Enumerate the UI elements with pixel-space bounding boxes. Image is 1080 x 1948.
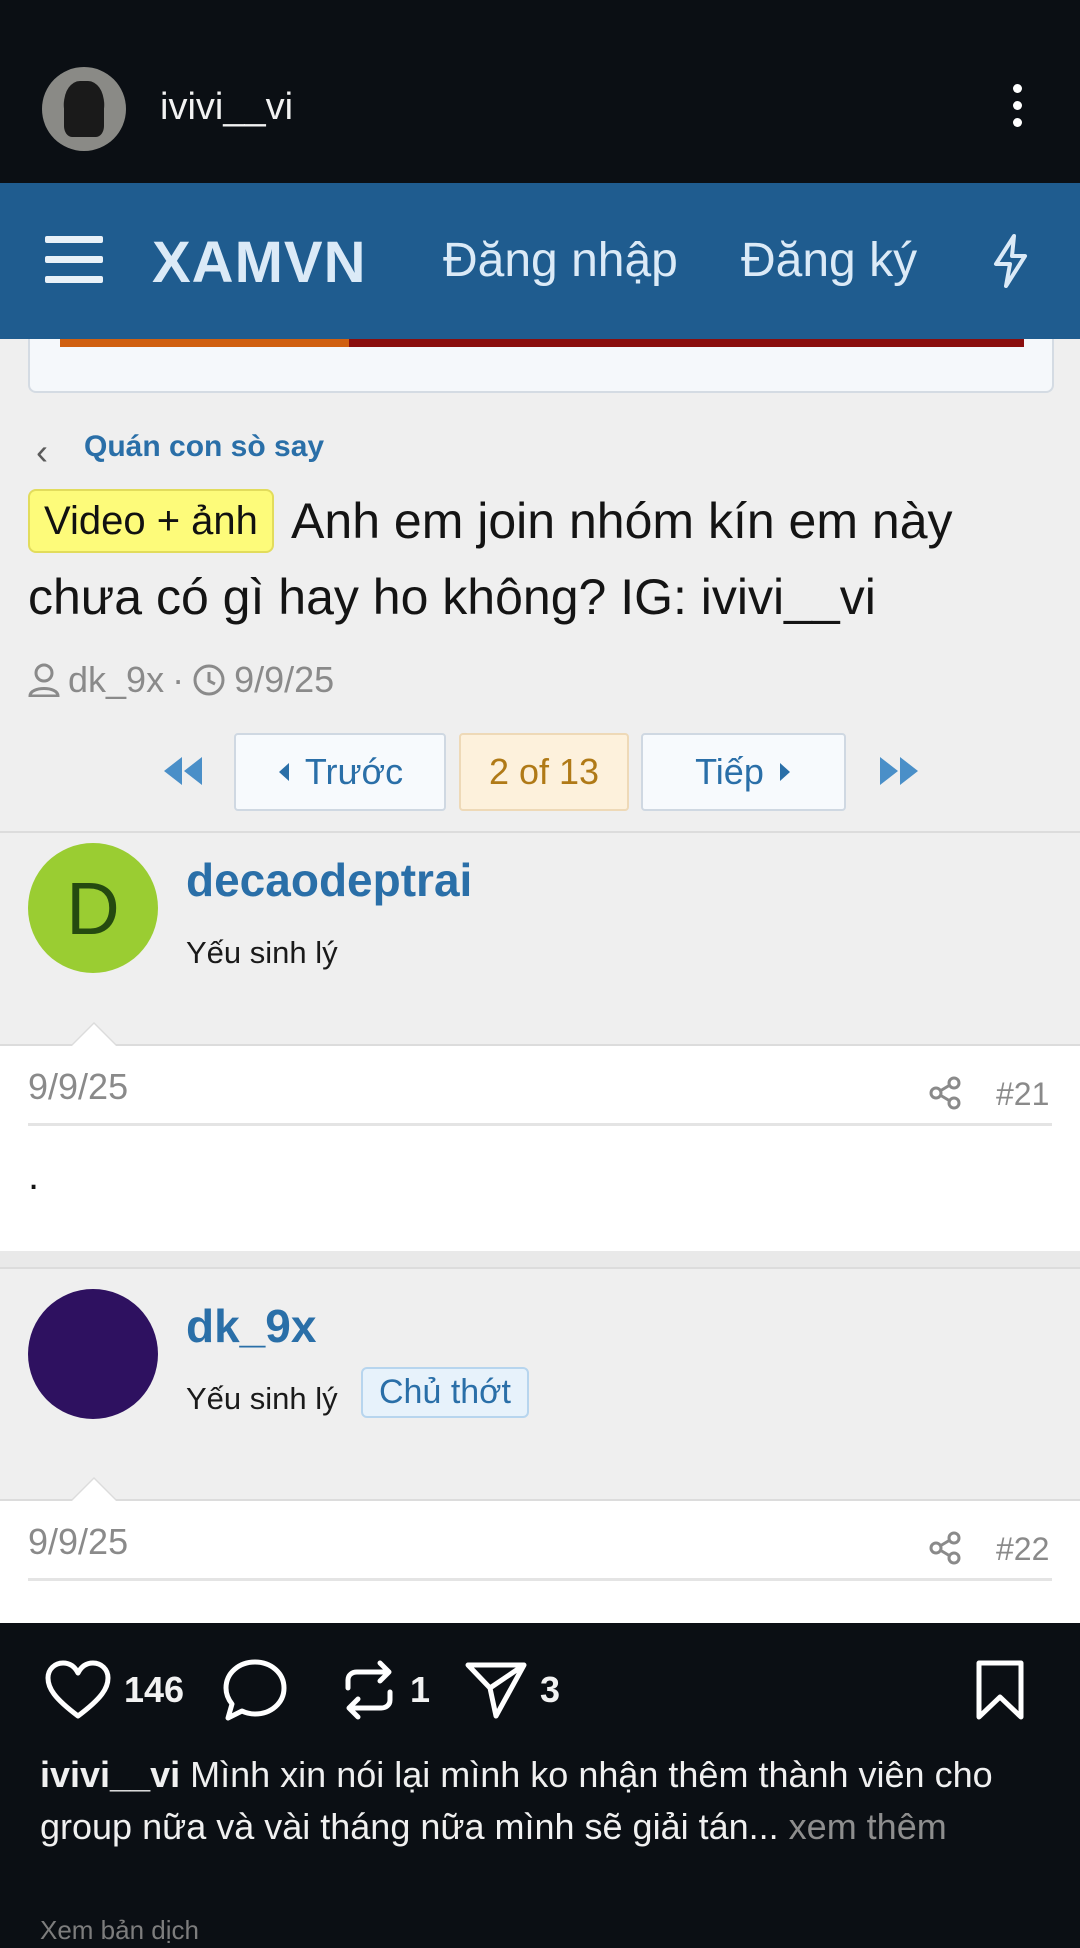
- post-number[interactable]: #22: [996, 1531, 1049, 1568]
- post-body: 9/9/25 #22: [0, 1501, 1080, 1623]
- caret-right-icon: [779, 763, 790, 781]
- forum-screenshot: XAMVN Đăng nhập Đăng ký ‹ Quán con sò sa…: [0, 183, 1080, 1623]
- prev-page-button[interactable]: Trước: [234, 733, 446, 811]
- ig-actions: 146 1 3 ivivi__vi Mình xin nói lại mình …: [0, 1623, 1080, 1948]
- clock-icon: [193, 664, 225, 696]
- last-page-icon[interactable]: [874, 753, 922, 789]
- banner-frame: [28, 339, 1054, 393]
- save-button[interactable]: [974, 1655, 1026, 1725]
- user-rank: Yếu sinh lý: [186, 935, 338, 970]
- share-icon[interactable]: [928, 1531, 962, 1565]
- more-options-icon[interactable]: [1005, 84, 1029, 134]
- avatar[interactable]: D: [28, 843, 158, 973]
- thread-prefix[interactable]: Video + ảnh: [28, 489, 274, 553]
- post-caption: ivivi__vi Mình xin nói lại mình ko nhận …: [40, 1749, 1040, 1853]
- avatar[interactable]: [28, 1289, 158, 1419]
- forum-navbar: XAMVN Đăng nhập Đăng ký: [0, 183, 1080, 339]
- thread-starter-badge: Chủ thớt: [361, 1367, 529, 1418]
- thread-author[interactable]: dk_9x: [68, 659, 164, 701]
- login-link[interactable]: Đăng nhập: [443, 233, 678, 288]
- thread-meta: dk_9x · 9/9/25: [28, 659, 334, 701]
- current-page-indicator: 2 of 13: [459, 733, 629, 811]
- next-page-button[interactable]: Tiếp: [641, 733, 846, 811]
- post-separator: [28, 1123, 1052, 1126]
- post-username[interactable]: dk_9x: [186, 1299, 316, 1353]
- user-rank: Yếu sinh lý: [186, 1381, 338, 1416]
- post-date[interactable]: 9/9/25: [28, 1521, 128, 1563]
- user-icon: [28, 663, 60, 697]
- profile-avatar[interactable]: [42, 67, 126, 151]
- heart-icon: [45, 1660, 111, 1719]
- profile-username[interactable]: ivivi__vi: [160, 86, 293, 129]
- post-gap: [0, 1251, 1080, 1267]
- comment-icon: [223, 1659, 287, 1721]
- ig-header: ivivi__vi: [0, 0, 1080, 183]
- breadcrumb[interactable]: Quán con sò say: [84, 430, 324, 464]
- chevron-left-icon[interactable]: ‹: [36, 431, 48, 473]
- post-body: 9/9/25 #21 .: [0, 1046, 1080, 1251]
- repost-button[interactable]: 1: [340, 1655, 430, 1725]
- see-more-link[interactable]: xem thêm: [789, 1806, 947, 1847]
- share-count: 3: [540, 1669, 561, 1710]
- translate-link[interactable]: Xem bản dịch: [40, 1915, 199, 1946]
- post-pointer-fill: [72, 1479, 116, 1501]
- post-number[interactable]: #21: [996, 1076, 1049, 1113]
- share-icon[interactable]: [928, 1076, 962, 1110]
- thread-date[interactable]: 9/9/25: [234, 659, 334, 701]
- forum-logo[interactable]: XAMVN: [152, 229, 366, 296]
- post-separator: [28, 1578, 1052, 1581]
- post-header: D decaodeptrai Yếu sinh lý: [0, 833, 1080, 1028]
- post-username[interactable]: decaodeptrai: [186, 853, 472, 907]
- menu-icon[interactable]: [45, 236, 103, 284]
- comment-button[interactable]: [222, 1655, 288, 1725]
- post-date[interactable]: 9/9/25: [28, 1066, 128, 1108]
- thread-title: Video + ảnh Anh em join nhóm kín em này …: [28, 483, 1058, 635]
- lightning-icon[interactable]: [988, 233, 1032, 289]
- caret-left-icon: [278, 763, 289, 781]
- post-pointer-fill: [72, 1024, 116, 1046]
- avatar-letter: D: [66, 866, 120, 950]
- register-link[interactable]: Đăng ký: [741, 233, 917, 288]
- repost-count: 1: [410, 1669, 431, 1710]
- send-button[interactable]: 3: [464, 1655, 560, 1725]
- first-page-icon[interactable]: [160, 753, 208, 789]
- banner-image[interactable]: [60, 339, 1024, 347]
- post-header: dk_9x Yếu sinh lý Chủ thớt: [0, 1269, 1080, 1469]
- post-content: .: [28, 1154, 40, 1198]
- send-icon: [465, 1662, 527, 1719]
- like-button[interactable]: 146: [44, 1655, 184, 1725]
- caption-username[interactable]: ivivi__vi: [40, 1754, 180, 1795]
- repost-icon: [345, 1660, 393, 1720]
- meta-separator: ·: [172, 659, 185, 700]
- bookmark-icon: [976, 1660, 1024, 1720]
- like-count: 146: [124, 1669, 185, 1710]
